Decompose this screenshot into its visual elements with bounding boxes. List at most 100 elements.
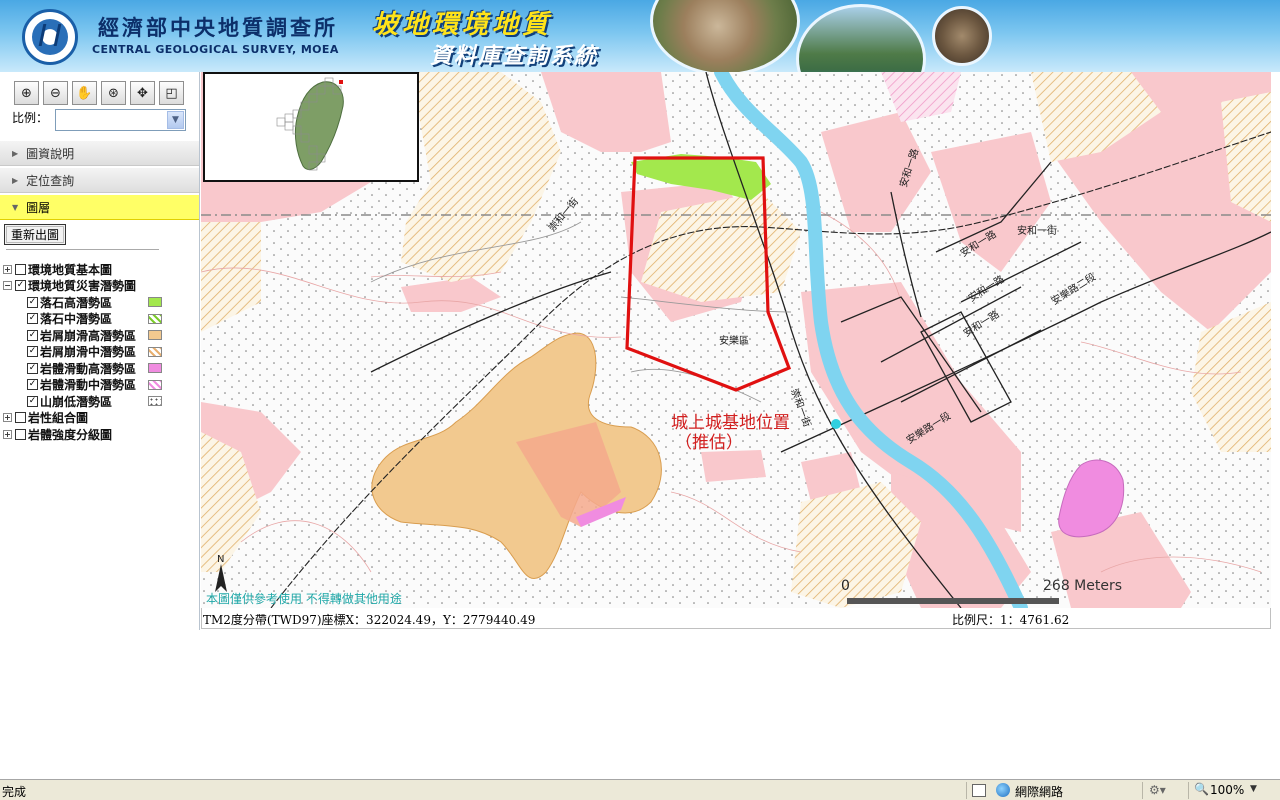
scale-select[interactable]: ▼ bbox=[55, 109, 186, 131]
layer-group: + 岩體強度分級圖 bbox=[3, 426, 198, 443]
layer-label[interactable]: 岩體強度分級圖 bbox=[28, 426, 112, 443]
expand-icon[interactable]: + bbox=[3, 413, 12, 423]
system-title-line2: 資料庫查詢系統 bbox=[430, 44, 599, 69]
layer-label[interactable]: 環境地質基本圖 bbox=[28, 261, 112, 278]
sublayer-checkbox[interactable]: ✓ bbox=[27, 379, 38, 391]
collapse-icon[interactable]: − bbox=[3, 281, 12, 291]
previous-extent-icon[interactable]: ✥ bbox=[130, 81, 155, 105]
current-view-marker bbox=[339, 80, 343, 84]
cgs-logo bbox=[22, 9, 78, 65]
sublayer-checkbox[interactable]: ✓ bbox=[27, 395, 38, 407]
org-name-en: CENTRAL GEOLOGICAL SURVEY, MOEA bbox=[92, 43, 339, 56]
sublayer-checkbox[interactable]: ✓ bbox=[27, 362, 38, 374]
coordinate-bar: TM2度分帶(TWD97)座標X：322024.49，Y：2779440.49 … bbox=[201, 608, 1271, 629]
layer-group: + 環境地質基本圖 bbox=[3, 261, 198, 278]
sublayer-checkbox[interactable]: ✓ bbox=[27, 313, 38, 325]
collapsed-triangle-icon: ▶ bbox=[12, 175, 19, 185]
divider bbox=[966, 782, 967, 799]
sublayer-checkbox[interactable]: ✓ bbox=[27, 346, 38, 358]
expanded-triangle-icon: ▼ bbox=[12, 202, 19, 212]
sublayer-item: ✓ 岩屑崩滑高潛勢區 bbox=[3, 327, 198, 344]
map-view[interactable]: N 崇和一街 安和一路 安和一街 安和一路 安和一路 安和一路 安樂路二段 安樂… bbox=[201, 72, 1271, 608]
layer-group: − ✓ 環境地質災害潛勢圖 bbox=[3, 278, 198, 295]
panel-locate-query-label: 定位查詢 bbox=[26, 173, 75, 188]
map-toolbar: ⊕ ⊖ ✋ ⊛ ✥ ◰ bbox=[14, 81, 184, 105]
overview-map[interactable] bbox=[203, 72, 419, 182]
sublayer-label[interactable]: 落石中潛勢區 bbox=[40, 310, 112, 327]
scale-readout: 比例尺：1：4761.62 bbox=[952, 613, 1070, 627]
outcrop-photo bbox=[932, 6, 992, 66]
panel-map-info[interactable]: ▶ 圖資說明 bbox=[0, 140, 199, 166]
layer-checkbox[interactable]: ✓ bbox=[15, 280, 26, 292]
scalebar bbox=[847, 598, 1059, 604]
landslide-photo bbox=[650, 0, 800, 72]
sublayer-label[interactable]: 岩屑崩滑高潛勢區 bbox=[40, 327, 136, 344]
sublayer-label[interactable]: 落石高潛勢區 bbox=[40, 294, 112, 311]
divider bbox=[1188, 782, 1189, 799]
legend-swatch bbox=[148, 396, 162, 406]
layer-label[interactable]: 岩性組合圖 bbox=[28, 409, 88, 426]
layer-checkbox[interactable] bbox=[15, 412, 26, 424]
district-label: 安樂區 bbox=[719, 334, 749, 347]
panel-layers[interactable]: ▼ 圖層 bbox=[0, 194, 199, 220]
sublayer-item: ✓ 岩體滑動中潛勢區 bbox=[3, 377, 198, 394]
redraw-button[interactable]: 重新出圖 bbox=[4, 224, 67, 245]
taiwan-island-shape bbox=[294, 81, 344, 170]
divider bbox=[1142, 782, 1143, 799]
road-label-c: 安和一街 bbox=[1017, 224, 1057, 237]
sublayer-label[interactable]: 岩體滑動中潛勢區 bbox=[40, 376, 136, 393]
divider bbox=[6, 249, 159, 250]
scalebar-distance: 268 Meters bbox=[1043, 578, 1123, 594]
legend-swatch bbox=[148, 297, 162, 307]
expand-icon[interactable]: + bbox=[3, 429, 12, 439]
legend-swatch bbox=[148, 346, 162, 357]
sublayer-label[interactable]: 山崩低潛勢區 bbox=[40, 393, 112, 410]
system-title-line1: 坡地環境地質 bbox=[372, 10, 553, 40]
sublayer-checkbox[interactable]: ✓ bbox=[27, 329, 38, 341]
map-disclaimer: 本圖僅供參考使用 不得轉做其他用途 bbox=[206, 592, 402, 606]
panel-map-info-label: 圖資說明 bbox=[26, 146, 75, 161]
zoom-in-icon[interactable]: ⊕ bbox=[14, 81, 39, 105]
layer-group: + 岩性組合圖 bbox=[3, 410, 198, 427]
pan-hand-icon[interactable]: ✋ bbox=[72, 81, 97, 105]
legend-swatch bbox=[148, 313, 162, 324]
protected-mode-icon[interactable]: ⚙▾ bbox=[1149, 783, 1166, 797]
browser-status-bar: 完成 網際網路 ⚙▾ 🔍 100% ▼ bbox=[0, 779, 1280, 800]
globe-icon bbox=[996, 783, 1010, 797]
sublayer-item: ✓ 落石高潛勢區 bbox=[3, 294, 198, 311]
layer-label[interactable]: 環境地質災害潛勢圖 bbox=[28, 277, 136, 294]
layer-checkbox[interactable] bbox=[15, 428, 26, 440]
panel-layers-label: 圖層 bbox=[26, 200, 51, 215]
reservoir-photo bbox=[796, 4, 926, 72]
sublayer-item: ✓ 岩體滑動高潛勢區 bbox=[3, 360, 198, 377]
sublayer-checkbox[interactable]: ✓ bbox=[27, 296, 38, 308]
security-zone-label: 網際網路 bbox=[1015, 785, 1064, 799]
zoom-level[interactable]: 100% bbox=[1210, 783, 1244, 797]
site-label-note: （推估） bbox=[675, 433, 743, 453]
layer-tree: + 環境地質基本圖 − ✓ 環境地質災害潛勢圖 ✓ 落石高潛勢區 ✓ 落石中潛勢區 ✓ 岩屑崩滑高潛… bbox=[3, 261, 198, 443]
collapsed-triangle-icon: ▶ bbox=[12, 148, 19, 158]
location-point[interactable] bbox=[831, 419, 841, 429]
sublayer-label[interactable]: 岩體滑動高潛勢區 bbox=[40, 360, 136, 377]
north-label: N bbox=[217, 554, 224, 565]
identify-icon[interactable]: ◰ bbox=[159, 81, 184, 105]
legend-swatch bbox=[148, 363, 162, 373]
chevron-down-icon[interactable]: ▼ bbox=[1250, 784, 1257, 794]
chevron-down-icon[interactable]: ▼ bbox=[167, 111, 184, 129]
sublayer-item: ✓ 岩屑崩滑中潛勢區 bbox=[3, 344, 198, 361]
app-header: 經濟部中央地質調查所 CENTRAL GEOLOGICAL SURVEY, MO… bbox=[0, 0, 1280, 72]
sublayer-label[interactable]: 岩屑崩滑中潛勢區 bbox=[40, 343, 136, 360]
full-extent-icon[interactable]: ⊛ bbox=[101, 81, 126, 105]
layer-checkbox[interactable] bbox=[15, 263, 26, 275]
status-text: 完成 bbox=[2, 785, 27, 799]
zoom-magnifier-icon[interactable]: 🔍 bbox=[1194, 782, 1209, 796]
scalebar-zero: 0 bbox=[841, 578, 850, 594]
popup-blocked-icon[interactable] bbox=[972, 784, 986, 797]
zoom-out-icon[interactable]: ⊖ bbox=[43, 81, 68, 105]
coordinate-readout: TM2度分帶(TWD97)座標X：322024.49，Y：2779440.49 bbox=[203, 613, 536, 627]
org-name-zh: 經濟部中央地質調查所 bbox=[98, 15, 338, 40]
legend-swatch bbox=[148, 379, 162, 390]
panel-locate-query[interactable]: ▶ 定位查詢 bbox=[0, 167, 199, 193]
expand-icon[interactable]: + bbox=[3, 264, 12, 274]
legend-swatch bbox=[148, 330, 162, 340]
